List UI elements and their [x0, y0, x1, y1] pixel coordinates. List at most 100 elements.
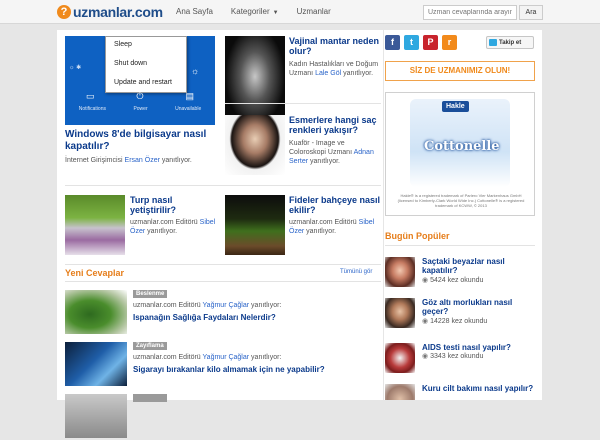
seedling-image[interactable] — [225, 195, 285, 255]
brightness-icon: ☼ ✱ — [69, 65, 82, 71]
search-input[interactable] — [423, 5, 517, 20]
featured-card-fide: Fideler bahçeye nasıl ekilir? uzmanlar.c… — [289, 195, 381, 236]
notification-icon: ▭ — [85, 91, 95, 101]
eye-icon: ◉ — [422, 277, 429, 284]
view-count: ◉ 5424 kez okundu — [422, 276, 534, 284]
eye-icon: ◉ — [422, 353, 429, 360]
popular-today-heading: Bugün Popüler — [385, 231, 450, 241]
view-count: ◉ 3343 kez okundu — [422, 352, 534, 360]
nav-categories-label: Kategoriler — [230, 7, 270, 16]
popular-item[interactable]: AIDS testi nasıl yapılır? ◉ 3343 kez oku… — [385, 341, 537, 381]
advertisement[interactable]: Hakle Cottonelle Hakle® is a registered … — [385, 92, 535, 216]
category-badge[interactable]: Beslenme — [133, 290, 168, 298]
featured-byline: Kadın Hastalıkları ve Doğum Uzmanı Lale … — [289, 60, 381, 78]
ad-badge: Hakle — [442, 101, 469, 112]
category-badge[interactable]: Zayıflama — [133, 342, 167, 350]
chevron-down-icon: ▼ — [272, 10, 279, 16]
featured-title[interactable]: Fideler bahçeye nasıl ekilir? — [289, 195, 381, 215]
twitter-bird-icon — [489, 39, 497, 46]
cigarette-xray-thumbnail[interactable] — [65, 342, 127, 386]
rss-icon[interactable]: r — [442, 35, 457, 50]
answer-title[interactable]: Sigarayı bırakanlar kilo almamak için ne… — [133, 365, 325, 374]
woman-portrait-image[interactable] — [225, 115, 285, 175]
label-power: Power — [133, 106, 148, 112]
windows8-image[interactable]: ☼ ✱ ☼ Sleep Shut down Update and restart… — [65, 36, 215, 125]
featured-card-esmer: Esmerlere hangi saç renkleri yakışır? Ku… — [289, 115, 381, 166]
nav-categories[interactable]: Kategoriler ▼ — [231, 7, 279, 16]
view-count: ◉ 14228 kez okundu — [422, 317, 534, 325]
menu-item-sleep: Sleep — [114, 41, 132, 48]
featured-title[interactable]: Turp nasıl yetiştirilir? — [130, 195, 220, 215]
keyboard-icon: ▤ — [185, 91, 194, 101]
power-menu: Sleep Shut down Update and restart — [105, 36, 187, 93]
sun-icon: ☼ — [191, 66, 200, 76]
byline-role: İnternet Girişimcisi — [65, 157, 123, 164]
byline-suffix: yanıtlıyor. — [306, 228, 337, 235]
power-icon: ⏻ — [136, 91, 144, 101]
sidebar: f t P r Takip et SİZ DE UZMANIMIZ OLUN! … — [384, 30, 542, 400]
radish-image[interactable] — [65, 195, 125, 255]
popular-item[interactable]: Saçtaki beyazlar nasıl kapatılır? ◉ 5424… — [385, 255, 537, 295]
byline-suffix: yanıtlıyor: — [251, 302, 282, 309]
featured-card-windows8: Windows 8'de bilgisayar nasıl kapatılır?… — [65, 129, 217, 165]
main-content: ☼ ✱ ☼ Sleep Shut down Update and restart… — [57, 30, 383, 438]
pinterest-icon[interactable]: P — [423, 35, 438, 50]
featured-byline: uzmanlar.com Editörü Sibel Özer yanıtlıy… — [289, 218, 381, 236]
search-button[interactable]: Ara — [519, 5, 543, 20]
featured-title[interactable]: Vajinal mantar neden olur? — [289, 36, 381, 56]
popular-title[interactable]: Kuru cilt bakımı nasıl yapılır? — [422, 384, 534, 393]
twitter-icon[interactable]: t — [404, 35, 419, 50]
list-item[interactable] — [65, 394, 379, 440]
popular-thumbnail[interactable] — [385, 343, 415, 373]
see-all-link[interactable]: Tümünü gör — [340, 269, 372, 275]
byline-suffix: yanıtlıyor. — [147, 228, 178, 235]
ad-brand: Cottonelle — [424, 139, 500, 154]
category-badge[interactable] — [133, 394, 167, 402]
featured-byline: Kuaför - Image ve Coloroskopi Uzmanı Adn… — [289, 139, 381, 166]
eye-icon: ◉ — [422, 318, 429, 325]
xray-image[interactable] — [225, 36, 285, 126]
byline-role: uzmanlar.com Editörü — [130, 219, 198, 226]
popular-title[interactable]: Göz altı morlukları nasıl geçer? — [422, 298, 534, 316]
main-nav: Ana Sayfa Kategoriler ▼ Uzmanlar — [176, 7, 331, 16]
byline-suffix: yanıtlıyor: — [251, 354, 282, 361]
facebook-icon[interactable]: f — [385, 35, 400, 50]
popular-title[interactable]: Saçtaki beyazlar nasıl kapatılır? — [422, 257, 534, 275]
byline-author[interactable]: Yağmur Çağlar — [203, 354, 250, 361]
byline-author[interactable]: Ersan Özer — [125, 157, 160, 164]
answer-title[interactable]: Ispanağın Sağlığa Faydaları Nelerdir? — [133, 313, 276, 322]
nav-home[interactable]: Ana Sayfa — [176, 7, 213, 16]
byline-role: uzmanlar.com Editörü — [289, 219, 357, 226]
top-navbar: ? uzmanlar.com Ana Sayfa Kategoriler ▼ Uz… — [0, 0, 600, 24]
social-links: f t P r — [385, 35, 457, 50]
featured-byline: İnternet Girişimcisi Ersan Özer yanıtlıy… — [65, 156, 217, 165]
popular-item[interactable]: Göz altı morlukları nasıl geçer? ◉ 14228… — [385, 296, 537, 336]
spinach-thumbnail[interactable] — [65, 290, 127, 334]
featured-byline: uzmanlar.com Editörü Sibel Özer yanıtlıy… — [130, 218, 220, 236]
popular-title[interactable]: AIDS testi nasıl yapılır? — [422, 343, 534, 352]
twitter-follow-button[interactable]: Takip et — [486, 36, 534, 49]
byline-author[interactable]: Yağmur Çağlar — [203, 302, 250, 309]
popular-item[interactable]: Kuru cilt bakımı nasıl yapılır? — [385, 382, 537, 400]
popular-thumbnail[interactable] — [385, 298, 415, 328]
answer-byline: uzmanlar.com Editörü Yağmur Çağlar yanıt… — [133, 302, 281, 309]
become-expert-button[interactable]: SİZ DE UZMANIMIZ OLUN! — [385, 61, 535, 81]
view-count-text: 5424 kez okundu — [430, 277, 484, 284]
view-count-text: 14228 kez okundu — [430, 318, 488, 325]
menu-item-shutdown: Shut down — [114, 60, 148, 67]
divider — [65, 185, 381, 186]
divider — [385, 245, 535, 246]
popular-thumbnail[interactable] — [385, 257, 415, 287]
label-unavailable: Unavailable — [175, 106, 202, 112]
featured-card-turp: Turp nasıl yetiştirilir? uzmanlar.com Ed… — [130, 195, 220, 236]
byline-author[interactable]: Lale Göl — [315, 70, 341, 77]
featured-title[interactable]: Esmerlere hangi saç renkleri yakışır? — [289, 115, 381, 135]
list-item[interactable]: Zayıflama uzmanlar.com Editörü Yağmur Ça… — [65, 342, 379, 388]
answer-thumbnail[interactable] — [65, 394, 127, 438]
popular-thumbnail[interactable] — [385, 384, 415, 400]
site-logo[interactable]: ? uzmanlar.com — [57, 4, 163, 20]
nav-experts[interactable]: Uzmanlar — [297, 7, 331, 16]
view-count-text: 3343 kez okundu — [430, 353, 484, 360]
featured-title[interactable]: Windows 8'de bilgisayar nasıl kapatılır? — [65, 129, 217, 153]
list-item[interactable]: Beslenme uzmanlar.com Editörü Yağmur Çağ… — [65, 290, 379, 336]
